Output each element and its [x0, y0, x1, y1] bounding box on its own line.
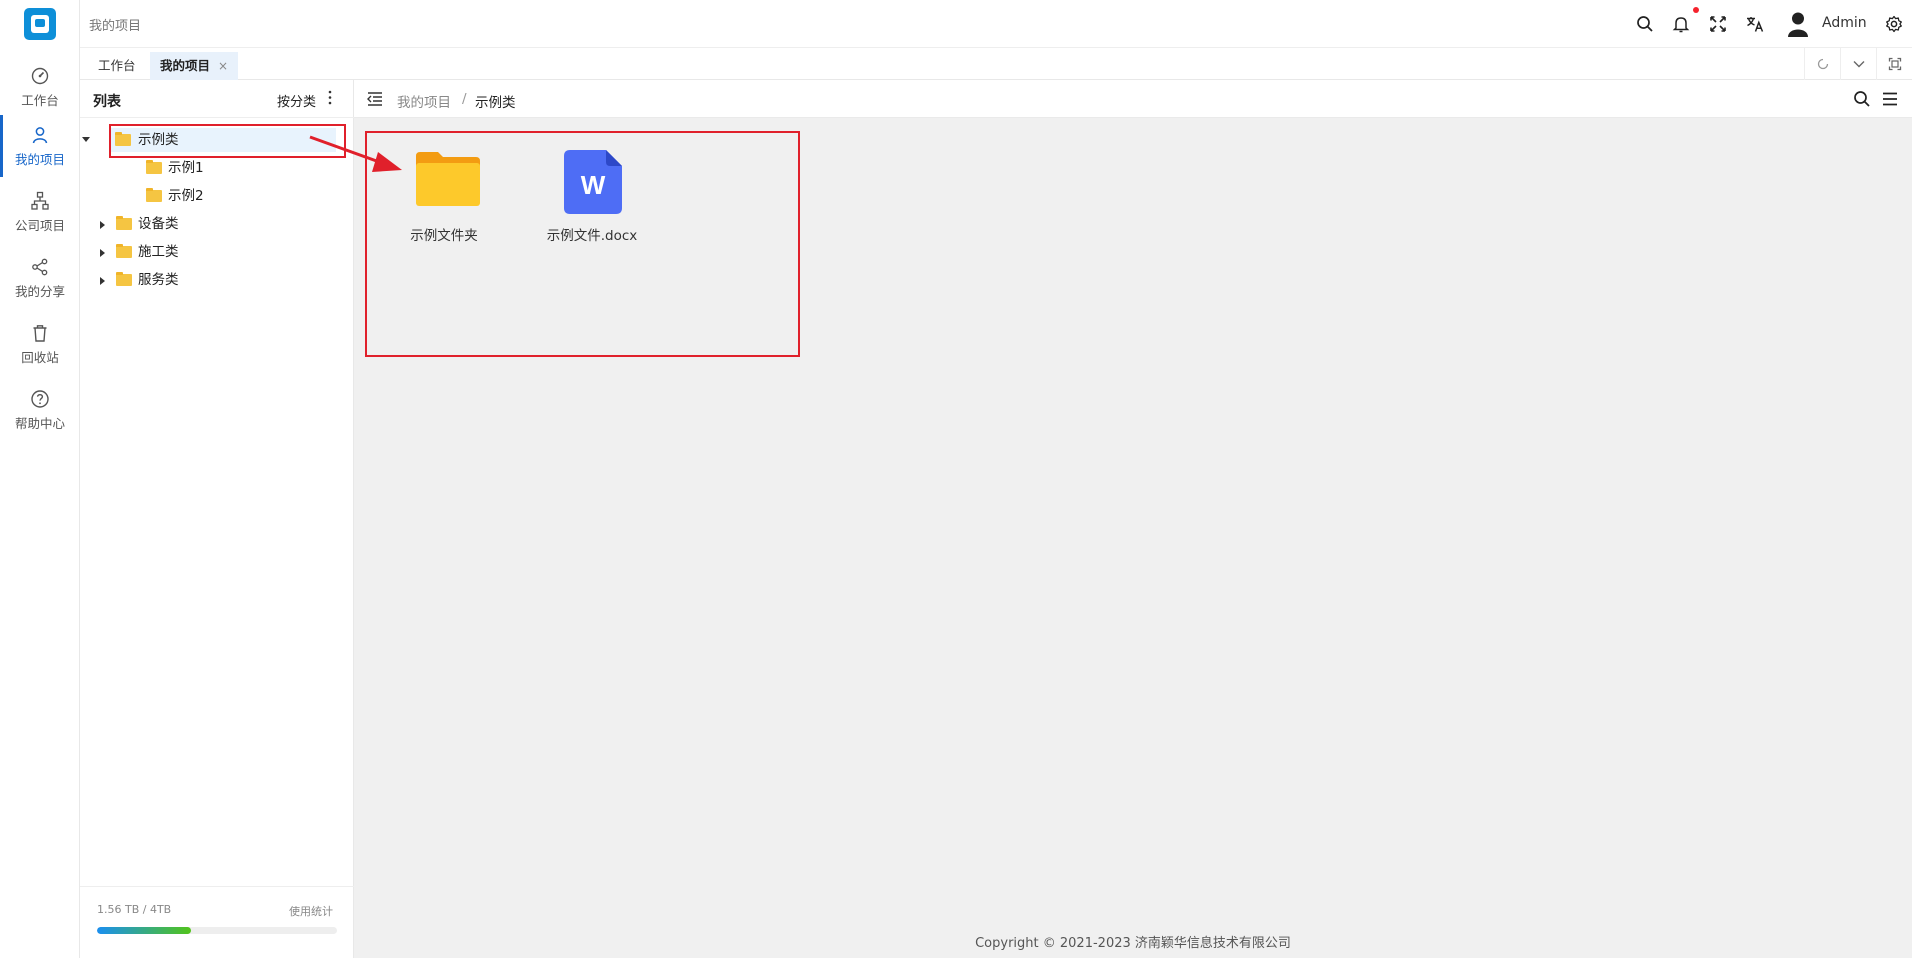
more-vertical-icon[interactable] [326, 89, 334, 107]
list-view-icon[interactable] [1880, 89, 1900, 109]
maximize-icon [1888, 57, 1902, 71]
tree-header: 列表 按分类 [80, 80, 354, 118]
notification-dot [1693, 7, 1699, 13]
tree-node-equipment[interactable]: 设备类 [100, 212, 300, 236]
tab-label: 工作台 [98, 58, 136, 73]
rail-item-label: 回收站 [21, 350, 59, 365]
rail-item-label: 我的分享 [14, 284, 65, 299]
tree-node-label: 施工类 [138, 244, 179, 260]
translate-icon[interactable] [1744, 13, 1766, 35]
avatar-icon[interactable] [1786, 11, 1810, 37]
bell-icon[interactable] [1670, 13, 1692, 35]
tab-menu-button[interactable] [1840, 48, 1876, 80]
tree-title: 列表 [93, 94, 121, 110]
maximize-content-button[interactable] [1876, 48, 1912, 80]
storage-progress-bar [97, 927, 337, 934]
usage-stats-link[interactable]: 使用统计 [289, 903, 333, 919]
word-document-icon: W [564, 150, 622, 214]
rail-item-label: 帮助中心 [14, 416, 65, 431]
left-rail: 工作台 我的项目 公司项目 我的分享 回收站 帮助中心 [0, 0, 80, 958]
breadcrumb-separator: / [462, 91, 467, 107]
org-chart-icon [31, 191, 49, 210]
rail-item-workbench[interactable]: 工作台 [0, 56, 80, 118]
gear-icon[interactable] [1883, 13, 1905, 35]
breadcrumb-bar: 我的项目 / 示例类 [354, 80, 1912, 118]
dashboard-icon [31, 67, 49, 85]
tree-node-example-class[interactable]: 示例类 [82, 128, 336, 152]
folder-icon [116, 244, 132, 258]
tab-close-button[interactable]: × [218, 59, 228, 73]
file-name: 示例文件夹 [410, 228, 478, 244]
help-icon [31, 390, 49, 408]
trash-icon [33, 325, 47, 342]
folder-icon [146, 188, 162, 202]
sidebar-toggle-icon[interactable] [366, 91, 384, 107]
tree-node-label: 示例2 [168, 188, 204, 204]
tree-node-service[interactable]: 服务类 [100, 268, 300, 292]
tree-node-label: 示例1 [168, 160, 204, 176]
folder-icon [116, 216, 132, 230]
expand-caret-icon[interactable] [100, 277, 105, 285]
folder-icon [115, 132, 131, 146]
breadcrumb-current: 示例类 [475, 95, 516, 111]
page-title: 我的项目 [89, 19, 142, 34]
fullscreen-icon[interactable] [1707, 13, 1729, 35]
rail-item-label: 工作台 [21, 93, 59, 108]
category-tree-panel: 列表 按分类 示例类 示例1 示例2 设备类 施工类 服务类 1.56 TB /… [80, 80, 354, 958]
tree-node-label: 示例类 [138, 132, 179, 148]
copyright-footer: Copyright © 2021-2023 济南颖华信息技术有限公司 [975, 936, 1291, 951]
tree-node-construction[interactable]: 施工类 [100, 240, 300, 264]
breadcrumb-root[interactable]: 我的项目 [397, 91, 451, 111]
refresh-tab-button[interactable] [1804, 48, 1840, 80]
folder-icon [116, 272, 132, 286]
file-name: 示例文件.docx [546, 228, 638, 244]
rail-item-my-projects[interactable]: 我的项目 [0, 115, 80, 177]
user-name[interactable]: Admin [1822, 15, 1867, 31]
search-icon[interactable] [1634, 13, 1656, 35]
tree-node-label: 服务类 [138, 272, 179, 288]
rail-item-company-projects[interactable]: 公司项目 [0, 181, 80, 243]
tree-node-label: 设备类 [138, 216, 179, 232]
search-icon[interactable] [1852, 89, 1872, 109]
storage-progress-fill [97, 927, 191, 934]
tree-node-example-1[interactable]: 示例1 [146, 156, 306, 180]
app-logo[interactable] [24, 8, 56, 40]
file-item-docx[interactable]: W 示例文件.docx [532, 150, 652, 250]
folder-icon [146, 160, 162, 174]
storage-usage: 1.56 TB / 4TB 使用统计 [80, 886, 354, 958]
folder-icon [416, 152, 480, 206]
file-browser: 我的项目 / 示例类 示例文件夹 W 示例文件.docx Copyright ©… [354, 80, 1912, 958]
share-icon [32, 258, 48, 276]
storage-used-text: 1.56 TB / 4TB [97, 903, 172, 916]
file-item-folder[interactable]: 示例文件夹 [384, 152, 504, 252]
word-letter: W [581, 170, 606, 200]
rail-item-help-center[interactable]: 帮助中心 [0, 379, 80, 441]
tab-workbench[interactable]: 工作台 [88, 52, 146, 80]
tab-bar: 工作台 我的项目 × [80, 48, 1912, 80]
rail-item-label: 公司项目 [14, 218, 65, 233]
chevron-down-icon [1853, 61, 1865, 68]
rail-item-my-shares[interactable]: 我的分享 [0, 247, 80, 309]
user-icon [32, 127, 48, 144]
tab-label: 我的项目 [160, 58, 211, 73]
tab-my-projects[interactable]: 我的项目 × [150, 52, 239, 80]
collapse-caret-icon[interactable] [82, 137, 90, 142]
expand-caret-icon[interactable] [100, 249, 105, 257]
sort-by-category-button[interactable]: 按分类 [277, 91, 316, 110]
rail-item-label: 我的项目 [14, 152, 65, 167]
expand-caret-icon[interactable] [100, 221, 105, 229]
rail-item-recycle-bin[interactable]: 回收站 [0, 313, 80, 375]
top-header: 我的项目 Admin [80, 0, 1912, 48]
tree-node-example-2[interactable]: 示例2 [146, 184, 306, 208]
refresh-icon [1817, 58, 1829, 70]
